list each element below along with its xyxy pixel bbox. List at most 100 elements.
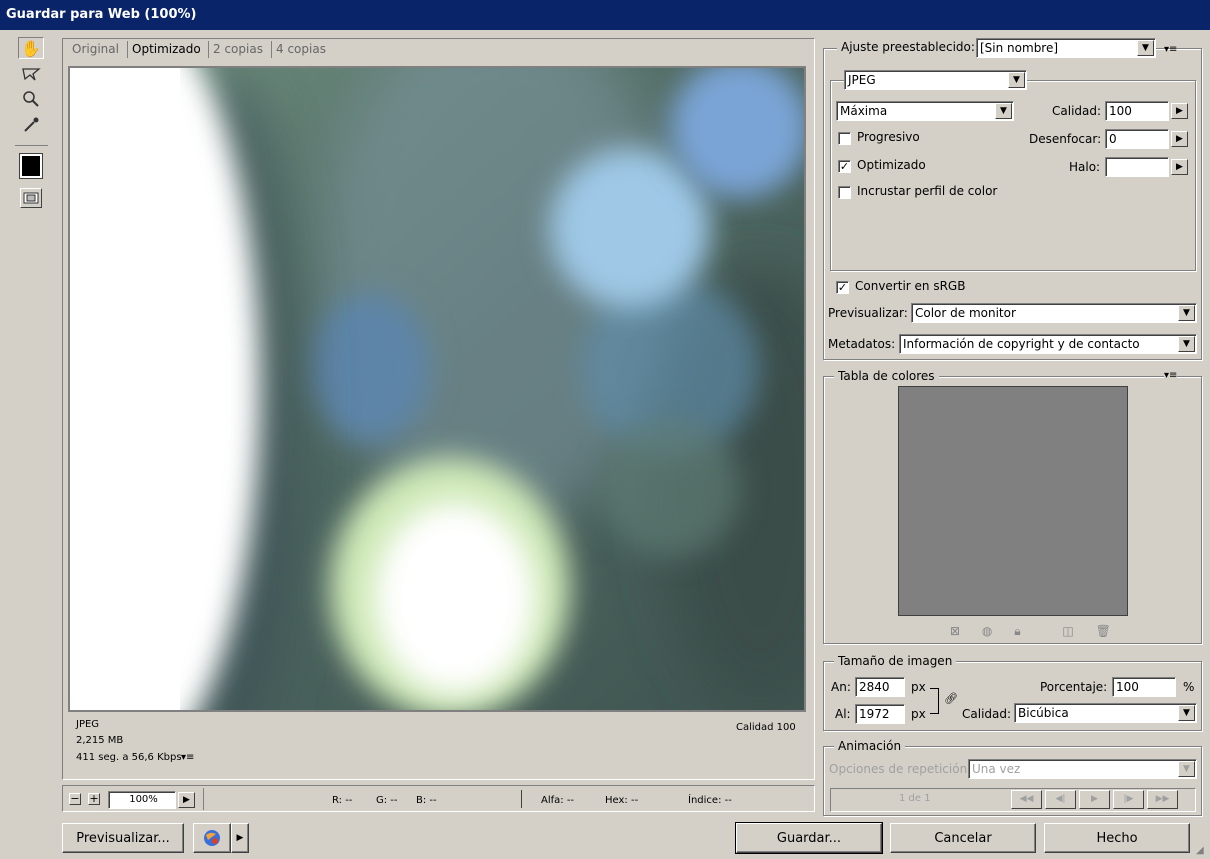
- progressive-label: Progresivo: [857, 130, 920, 144]
- first-frame-icon[interactable]: ◀◀: [1011, 790, 1042, 809]
- last-frame-icon[interactable]: ▶▶: [1147, 790, 1178, 809]
- matte-field[interactable]: [1105, 157, 1169, 177]
- status-hex: Hex: --: [605, 795, 639, 806]
- chevron-down-icon: ▼: [1137, 40, 1154, 56]
- status-index: Índice: --: [688, 795, 732, 806]
- browser-menu-arrow-icon[interactable]: ▶: [231, 823, 249, 853]
- new-color-icon[interactable]: ◫: [1062, 624, 1073, 638]
- embed-color-profile-label: Incrustar perfil de color: [857, 184, 998, 198]
- preview-file-size: 2,215 MB: [76, 735, 124, 746]
- zoom-in-button[interactable]: +: [88, 793, 100, 805]
- height-field[interactable]: 1972: [855, 704, 905, 724]
- preview-quality: Calidad 100: [736, 722, 796, 733]
- tab-4-up[interactable]: 4 copias: [271, 41, 330, 58]
- preset-label: Ajuste preestablecido:: [833, 40, 983, 54]
- chevron-down-icon: ▼: [1178, 705, 1195, 721]
- color-table-menu-icon[interactable]: ▾≡: [1164, 370, 1178, 381]
- convert-srgb-label: Convertir en sRGB: [855, 279, 966, 293]
- constrain-bracket: [930, 688, 939, 714]
- preview-download-time: 411 seg. a 56,6 Kbps: [76, 752, 182, 763]
- animation-nav: ◀◀ ◀| ▶ |▶ ▶▶: [1011, 790, 1178, 809]
- tab-original[interactable]: Original: [68, 41, 123, 58]
- matte-label: Halo:: [1069, 160, 1101, 174]
- frame-counter: 1 de 1: [899, 793, 931, 804]
- next-frame-icon[interactable]: |▶: [1113, 790, 1144, 809]
- status-divider: [521, 790, 522, 808]
- done-button[interactable]: Hecho: [1044, 823, 1190, 853]
- percent-unit: %: [1183, 680, 1195, 694]
- hand-tool-icon[interactable]: ✋: [18, 37, 44, 59]
- optimized-checkbox[interactable]: ✓: [838, 160, 851, 173]
- quality-slider-arrow-icon[interactable]: ▶: [1171, 103, 1188, 119]
- width-label: An:: [831, 680, 851, 694]
- zoom-out-button[interactable]: −: [69, 793, 81, 805]
- eyedropper-color-swatch[interactable]: [19, 153, 43, 179]
- quality-label: Calidad:: [1052, 104, 1102, 118]
- preset-select[interactable]: [Sin nombre] ▼: [976, 38, 1156, 58]
- chain-link-icon[interactable]: 🔗︎: [944, 692, 958, 705]
- slice-select-tool-icon[interactable]: [18, 63, 44, 85]
- tab-2-up[interactable]: 2 copias: [208, 41, 267, 58]
- blur-field[interactable]: 0: [1105, 129, 1169, 149]
- toggle-slices-icon[interactable]: [20, 188, 42, 208]
- format-select[interactable]: JPEG ▼: [844, 70, 1027, 90]
- lock-color-icon[interactable]: 🔒︎: [1014, 624, 1020, 638]
- matte-menu-arrow-icon[interactable]: ▶: [1171, 159, 1188, 175]
- map-transparent-icon[interactable]: ⊠: [950, 624, 960, 638]
- chevron-down-icon: ▼: [1178, 305, 1195, 321]
- status-blue: B: --: [416, 795, 437, 806]
- browser-globe-icon: [204, 830, 220, 846]
- image-size-title: Tamaño de imagen: [834, 654, 957, 668]
- play-icon[interactable]: ▶: [1079, 790, 1110, 809]
- percent-label: Porcentaje:: [1040, 680, 1108, 694]
- blur-label: Desenfocar:: [1029, 132, 1102, 146]
- loop-options-label: Opciones de repetición:: [829, 762, 972, 776]
- status-green: G: --: [376, 795, 398, 806]
- height-label: Al:: [835, 707, 851, 721]
- optimized-label: Optimizado: [857, 158, 926, 172]
- trash-icon[interactable]: 🗑︎: [1096, 624, 1111, 638]
- status-red: R: --: [332, 795, 353, 806]
- color-table-swatches[interactable]: [898, 386, 1128, 616]
- preview-button[interactable]: Previsualizar...: [62, 823, 184, 853]
- previous-frame-icon[interactable]: ◀|: [1045, 790, 1076, 809]
- cancel-button[interactable]: Cancelar: [890, 823, 1036, 853]
- blur-slider-arrow-icon[interactable]: ▶: [1171, 131, 1188, 147]
- animation-title: Animación: [834, 739, 906, 753]
- settings-menu-icon[interactable]: ▾≡: [1164, 44, 1177, 55]
- convert-srgb-checkbox[interactable]: ✓: [836, 281, 849, 294]
- zoom-level-field[interactable]: 100%: [108, 791, 176, 809]
- save-button[interactable]: Guardar...: [735, 822, 883, 854]
- preview-color-label: Previsualizar:: [828, 306, 908, 320]
- resample-quality-select[interactable]: Bicúbica ▼: [1014, 703, 1197, 723]
- color-table-toolbar: ⊠ ◍ 🔒︎ ◫ 🗑︎: [950, 624, 1111, 639]
- width-unit: px: [911, 680, 926, 694]
- width-field[interactable]: 2840: [855, 677, 905, 697]
- download-speed-menu-icon[interactable]: ▾≡: [181, 752, 194, 763]
- metadata-select[interactable]: Información de copyright y de contacto ▼: [899, 334, 1197, 354]
- toolbar-divider: [15, 145, 48, 146]
- preview-color-select[interactable]: Color de monitor ▼: [911, 303, 1197, 323]
- zoom-menu-arrow-icon[interactable]: ▶: [178, 792, 195, 808]
- resize-grip-icon[interactable]: ◢: [1196, 845, 1204, 856]
- status-alpha: Alfa: --: [541, 795, 575, 806]
- height-unit: px: [911, 707, 926, 721]
- quality-preset-select[interactable]: Máxima ▼: [836, 101, 1014, 121]
- web-snap-icon[interactable]: ◍: [982, 624, 992, 638]
- chevron-down-icon: ▼: [1008, 72, 1025, 88]
- chevron-down-icon: ▼: [1178, 761, 1195, 777]
- percent-field[interactable]: 100: [1112, 677, 1176, 697]
- browser-preview-button[interactable]: [193, 823, 231, 853]
- resample-quality-label: Calidad:: [962, 707, 1012, 721]
- status-divider: [203, 788, 204, 810]
- optimized-preview-image[interactable]: [68, 66, 806, 712]
- tab-optimized[interactable]: Optimizado: [127, 41, 205, 58]
- progressive-checkbox[interactable]: [838, 132, 851, 145]
- embed-color-profile-checkbox[interactable]: [838, 186, 851, 199]
- loop-options-select[interactable]: Una vez ▼: [968, 759, 1197, 779]
- zoom-tool-icon[interactable]: [18, 88, 44, 110]
- quality-field[interactable]: 100: [1105, 101, 1169, 121]
- color-table-title: Tabla de colores: [834, 369, 939, 383]
- eyedropper-tool-icon[interactable]: [18, 114, 44, 136]
- window-title: Guardar para Web (100%): [0, 0, 1210, 30]
